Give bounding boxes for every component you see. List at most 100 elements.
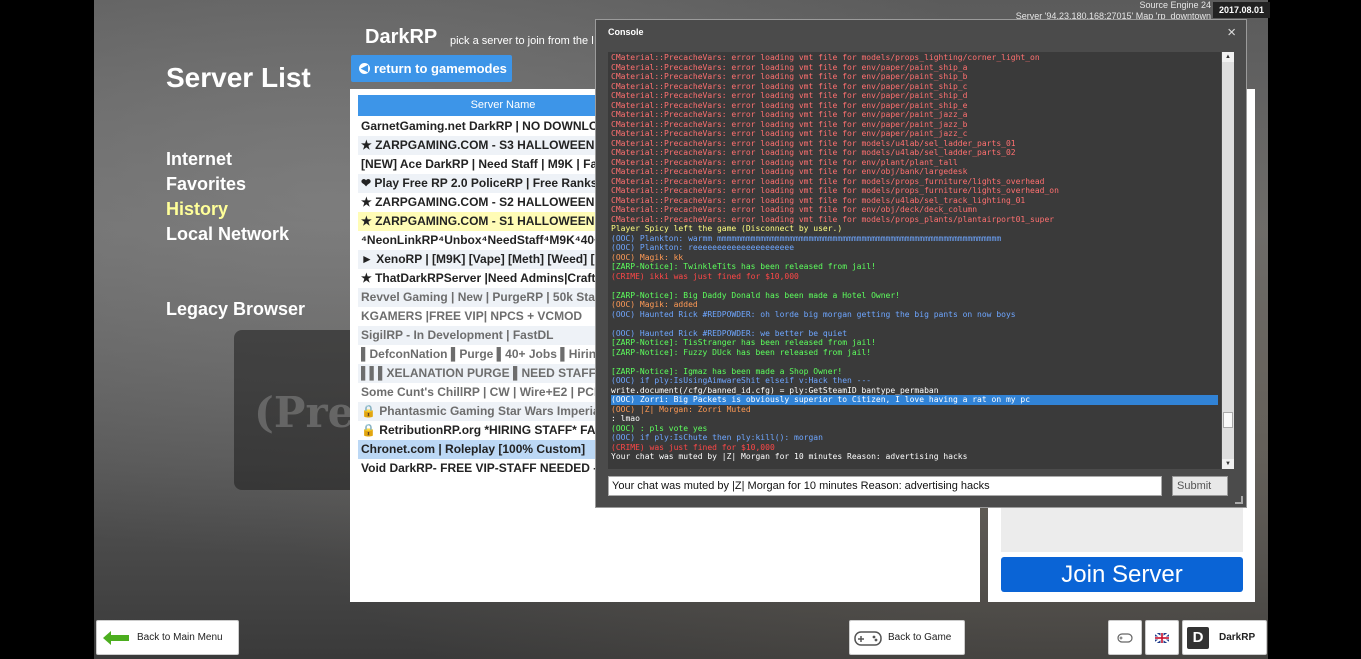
server-info-box <box>1001 505 1243 552</box>
console-line: CMaterial::PrecacheVars: error loading v… <box>611 53 1040 62</box>
console-line: (OOC) |Z| Morgan: Zorri Muted <box>611 404 751 414</box>
table-row[interactable]: Some Cunt's ChillRP | CW | Wire+E2 | PCM… <box>358 383 596 402</box>
console-line: CMaterial::PrecacheVars: error loading v… <box>611 205 978 214</box>
table-row[interactable]: Revvel Gaming | New | PurgeRP | 50k Star… <box>358 288 596 307</box>
console-line: CMaterial::PrecacheVars: error loading v… <box>611 62 968 72</box>
gamemode-subtitle: pick a server to join from the l <box>450 35 594 47</box>
console-line: (CRIME) was just fined for $10,000 <box>611 442 775 452</box>
console-line: (OOC) : pls vote yes <box>611 423 708 433</box>
sidebar-item-favorites[interactable]: Favorites <box>166 174 246 195</box>
sidebar-item-local-network[interactable]: Local Network <box>166 224 289 245</box>
console-line: Player Spicy left the game (Disconnect b… <box>611 224 843 233</box>
back-to-game-button[interactable]: Back to Game <box>849 620 965 655</box>
console-line: (OOC) Haunted Rick #REDPOWDER: oh lorde … <box>611 309 1016 319</box>
scroll-thumb[interactable] <box>1223 412 1233 428</box>
console-scrollbar[interactable]: ▲ ▼ <box>1222 52 1234 469</box>
table-row[interactable]: ★ ZARPGAMING.COM - S1 HALLOWEEN UP <box>358 212 596 231</box>
console-line: CMaterial::PrecacheVars: error loading v… <box>611 186 1059 195</box>
gamepad-button[interactable] <box>1108 620 1142 655</box>
table-row[interactable]: 🔒 RetributionRP.org *HIRING STAFF* FAS <box>358 421 596 440</box>
table-row[interactable]: ★ ZARPGAMING.COM - S2 HALLOWEEN UP <box>358 193 596 212</box>
table-row[interactable]: ► XenoRP | [M9K] [Vape] [Meth] [Weed] [B… <box>358 250 596 269</box>
join-server-button[interactable]: Join Server <box>1001 557 1243 592</box>
console-line: [ZARP-Notice]: Big Daddy Donald has been… <box>611 290 900 300</box>
server-rows: GarnetGaming.net DarkRP | NO DOWNLOA ★ Z… <box>358 117 596 478</box>
console-line: CMaterial::PrecacheVars: error loading v… <box>611 176 1045 186</box>
close-icon[interactable]: × <box>1227 24 1236 41</box>
console-log: CMaterial::PrecacheVars: error loading v… <box>608 52 1221 469</box>
gamepad-icon <box>854 630 882 646</box>
sidebar-item-legacy-browser[interactable]: Legacy Browser <box>166 299 305 320</box>
console-line: CMaterial::PrecacheVars: error loading v… <box>611 167 968 176</box>
console-line: CMaterial::PrecacheVars: error loading v… <box>611 119 968 129</box>
sidebar-item-internet[interactable]: Internet <box>166 149 232 170</box>
date-badge: 2017.08.01 <box>1213 2 1271 18</box>
page-title: Server List <box>166 62 311 93</box>
controller-icon <box>1117 632 1133 643</box>
table-row[interactable]: ▌DefconNation ▌Purge ▌40+ Jobs ▌Hiring S <box>358 345 596 364</box>
table-row[interactable]: [NEW] Ace DarkRP | Need Staff | M9K | Fa… <box>358 155 596 174</box>
console-line: CMaterial::PrecacheVars: error loading v… <box>611 214 1055 224</box>
gamemode-title: DarkRP <box>365 26 438 48</box>
back-arrow-icon <box>103 630 129 645</box>
darkrp-logo-icon: D <box>1187 626 1209 649</box>
sidebar-item-history[interactable]: History <box>166 199 228 220</box>
back-to-main-menu-button[interactable]: Back to Main Menu <box>96 620 239 655</box>
table-row[interactable]: KGAMERS |FREE VIP| NPCS + VCMOD <box>358 307 596 326</box>
table-row[interactable]: ⁴NeonLinkRP⁴Unbox⁴NeedStaff⁴M9K⁴40+⁴ <box>358 231 596 250</box>
return-to-gamemodes-button[interactable]: ◀ return to gamemodes <box>351 55 512 82</box>
console-line: (OOC) Magik: kk <box>611 252 684 262</box>
table-row[interactable]: ★ ZARPGAMING.COM - S3 HALLOWEEN UP <box>358 136 596 155</box>
console-line: (CRIME) ikki was just fined for $10,000 <box>611 271 799 281</box>
scroll-down-icon[interactable]: ▼ <box>1222 459 1234 469</box>
submit-button[interactable]: Submit <box>1172 476 1228 496</box>
gamemode-button-label: DarkRP <box>1219 632 1256 643</box>
table-row[interactable]: Void DarkRP- FREE VIP-STAFF NEEDED - M <box>358 459 596 478</box>
console-line: CMaterial::PrecacheVars: error loading v… <box>611 100 968 110</box>
console-line: (OOC) Haunted Rick #REDPOWDER: we better… <box>611 328 848 338</box>
console-line: CMaterial::PrecacheVars: error loading v… <box>611 91 968 100</box>
console-line: Your chat was muted by |Z| Morgan for 10… <box>611 452 968 461</box>
console-line: CMaterial::PrecacheVars: error loading v… <box>611 110 968 119</box>
uk-flag-icon <box>1155 632 1169 643</box>
console-line: CMaterial::PrecacheVars: error loading v… <box>611 129 968 138</box>
language-button[interactable] <box>1145 620 1179 655</box>
resize-grip-icon[interactable] <box>1235 496 1243 504</box>
console-line: [ZARP-Notice]: Igmaz has been made a Sho… <box>611 366 843 376</box>
table-row[interactable]: GarnetGaming.net DarkRP | NO DOWNLOA <box>358 117 596 136</box>
console-line: CMaterial::PrecacheVars: error loading v… <box>611 72 968 81</box>
engine-line-1: Source Engine 24 <box>1139 0 1211 10</box>
console-line: (OOC) if ply:IsChute then ply:kill(): mo… <box>611 433 823 442</box>
gamemode-button[interactable]: D DarkRP <box>1182 620 1267 655</box>
console-line: CMaterial::PrecacheVars: error loading v… <box>611 148 1016 157</box>
return-label: return to gamemodes <box>374 61 507 76</box>
table-row[interactable]: SigilRP - In Development | FastDL <box>358 326 596 345</box>
console-line: CMaterial::PrecacheVars: error loading v… <box>611 81 968 91</box>
console-line: (OOC) Plankton: reeeeeeeeeeeeeeeeeeeee <box>611 243 795 252</box>
console-line: CMaterial::PrecacheVars: error loading v… <box>611 195 1026 205</box>
console-line: (OOC) Plankton: warmm mmmmmmmmmmmmmmmmmm… <box>611 233 1002 243</box>
table-row[interactable]: ★ ThatDarkRPServer |Need Admins|Craftin <box>358 269 596 288</box>
console-window: Console × CMaterial::PrecacheVars: error… <box>595 19 1247 508</box>
console-line: [ZARP-Notice]: TwinkleTits has been rele… <box>611 262 876 271</box>
console-input[interactable] <box>608 476 1162 496</box>
console-line: : lmao <box>611 414 640 423</box>
console-line: (OOC) Magik: added <box>611 300 698 309</box>
table-row[interactable]: ▌▌▌XELANATION PURGE ▌NEED STAFF ▌C <box>358 364 596 383</box>
console-line: CMaterial::PrecacheVars: error loading v… <box>611 138 1016 148</box>
console-line: CMaterial::PrecacheVars: error loading v… <box>611 157 958 167</box>
console-line: [ZARP-Notice]: Fuzzy DUck has been relea… <box>611 347 872 357</box>
console-title: Console <box>608 27 644 37</box>
table-row[interactable]: Chronet.com | Roleplay [100% Custom] <box>358 440 596 459</box>
scroll-up-icon[interactable]: ▲ <box>1222 52 1234 62</box>
console-line: (OOC) Zorri: Big Packets is obviously su… <box>611 395 1218 405</box>
back-to-game-label: Back to Game <box>888 632 952 643</box>
main-menu-label: Back to Main Menu <box>137 632 223 643</box>
table-row[interactable]: 🔒 Phantasmic Gaming Star Wars Imperia <box>358 402 596 421</box>
table-row[interactable]: ❤ Play Free RP 2.0 PoliceRP | Free Ranks <box>358 174 596 193</box>
back-arrow-icon: ◀ <box>359 63 370 74</box>
